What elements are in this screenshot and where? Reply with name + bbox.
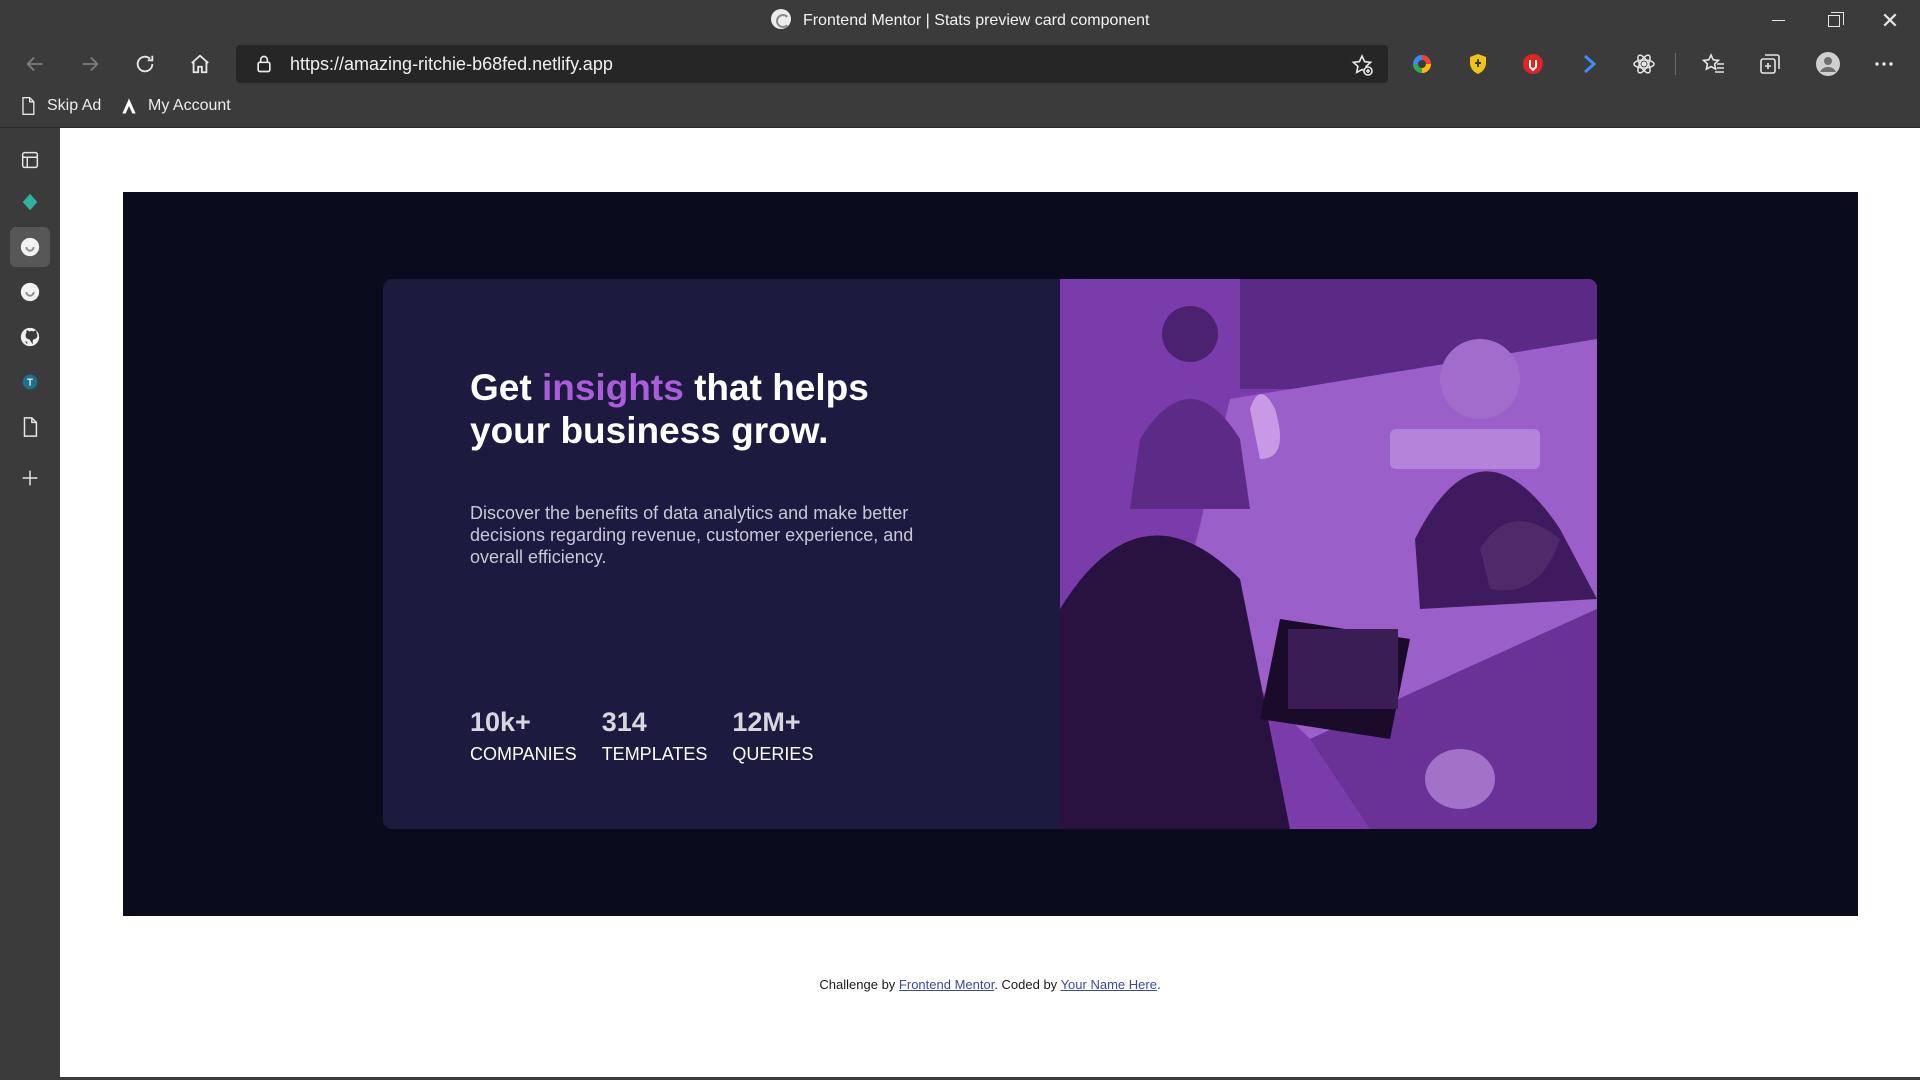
stats-row: 10k+ COMPANIES 314 TEMPLATES 12M+ QUERIE… — [470, 706, 838, 768]
sidebar-frontend-mentor-active[interactable] — [10, 227, 50, 267]
page-icon — [23, 417, 38, 437]
stat-queries: 12M+ QUERIES — [732, 706, 813, 768]
collections-button[interactable] — [1750, 45, 1790, 83]
bookmark-skip-ad[interactable]: Skip Ad — [18, 87, 101, 125]
headline-accent: insights — [541, 367, 684, 408]
stat-label: QUERIES — [732, 744, 814, 764]
more-menu-button[interactable] — [1864, 45, 1904, 83]
github-icon — [20, 327, 40, 347]
card-headline: Get insights that helps your business gr… — [470, 366, 930, 452]
attribution: Challenge by Frontend Mentor. Coded by Y… — [60, 977, 1920, 992]
window-title: Frontend Mentor | Stats preview card com… — [802, 12, 1150, 29]
attribution-suffix: . — [1156, 977, 1161, 992]
more-icon — [1875, 62, 1893, 66]
refresh-icon — [136, 55, 154, 73]
sidebar-sketch[interactable] — [10, 182, 50, 222]
frontend-mentor-icon — [770, 9, 791, 29]
card-text-panel: Get insights that helps your business gr… — [383, 279, 1060, 829]
header-image — [1060, 279, 1597, 829]
google-translate-button[interactable] — [1402, 45, 1442, 83]
headline-start: Get — [470, 367, 542, 408]
frontend-mentor-icon — [20, 237, 40, 257]
attribution-middle: . Coded by — [994, 977, 1061, 992]
sidebar-page[interactable] — [10, 407, 50, 447]
stat-value: 12M+ — [732, 707, 801, 737]
sidebar-tab-actions[interactable] — [10, 140, 50, 180]
title-bar: Frontend Mentor | Stats preview card com… — [0, 0, 1920, 41]
toolbar-separator — [1675, 53, 1676, 75]
add-icon — [22, 470, 38, 486]
account-logo-icon — [122, 98, 136, 114]
home-button[interactable] — [180, 45, 220, 83]
avatar-icon — [1816, 52, 1840, 76]
profile-button[interactable] — [1808, 45, 1848, 83]
forward-button[interactable] — [70, 45, 110, 83]
browser-toolbar: https://amazing-ritchie-b68fed.netlify.a… — [0, 41, 1920, 87]
sidebar-add-button[interactable] — [10, 458, 50, 498]
bookmark-label: My Account — [148, 97, 231, 114]
google-translate-icon — [1413, 55, 1431, 73]
arrow-extension-button[interactable] — [1569, 45, 1609, 83]
stats-preview-card: Get insights that helps your business gr… — [383, 279, 1597, 829]
add-favorite-icon[interactable] — [1350, 53, 1374, 77]
page-icon — [22, 97, 35, 115]
refresh-button[interactable] — [125, 45, 165, 83]
shield-extension-icon — [1470, 54, 1486, 74]
back-button[interactable] — [15, 45, 55, 83]
lock-icon — [257, 55, 271, 73]
restore-button[interactable] — [1806, 0, 1862, 41]
bookmarks-bar: Skip Ad My Account — [0, 87, 1920, 128]
card-description: Discover the benefits of data analytics … — [470, 503, 914, 567]
close-icon: ✕ — [1880, 7, 1900, 33]
stat-templates: 314 TEMPLATES — [602, 706, 708, 768]
address-bar[interactable]: https://amazing-ritchie-b68fed.netlify.a… — [236, 45, 1388, 83]
sidebar-frontend-mentor[interactable] — [10, 272, 50, 312]
shield-extension-button[interactable] — [1458, 45, 1498, 83]
sidebar-teal-t[interactable] — [10, 362, 50, 402]
arrow-right-icon — [82, 56, 99, 72]
close-window-button[interactable]: ✕ — [1862, 0, 1918, 41]
bookmark-label: Skip Ad — [47, 97, 102, 114]
stat-value: 10k+ — [470, 707, 531, 737]
favorites-icon — [1702, 53, 1724, 73]
arrow-extension-icon — [1584, 54, 1597, 74]
tab-actions-icon — [21, 151, 39, 169]
frontend-mentor-icon — [20, 282, 40, 302]
react-devtools-button[interactable] — [1624, 45, 1664, 83]
bookmark-my-account[interactable]: My Account — [119, 87, 231, 125]
stat-value: 314 — [601, 707, 647, 737]
author-link[interactable]: Your Name Here — [1061, 977, 1157, 992]
attribution-prefix: Challenge by — [819, 977, 899, 992]
adblock-button[interactable] — [1513, 45, 1553, 83]
stat-companies: 10k+ COMPANIES — [470, 706, 577, 768]
favorites-button[interactable] — [1694, 45, 1734, 83]
home-icon — [191, 54, 209, 74]
page-background: Get insights that helps your business gr… — [123, 192, 1858, 916]
stat-label: TEMPLATES — [601, 744, 708, 764]
page-viewport: Get insights that helps your business gr… — [60, 128, 1920, 1077]
react-devtools-icon — [1633, 54, 1655, 74]
browser-sidebar — [0, 128, 60, 1080]
minimize-icon — [1771, 20, 1785, 21]
stat-label: COMPANIES — [470, 744, 577, 764]
sketch-diamond-icon — [22, 193, 38, 211]
url-text: https://amazing-ritchie-b68fed.netlify.a… — [290, 54, 613, 74]
arrow-left-icon — [26, 56, 43, 72]
minimize-button[interactable] — [1750, 0, 1806, 41]
restore-icon — [1828, 11, 1844, 27]
sidebar-github[interactable] — [10, 317, 50, 357]
teal-t-icon — [22, 374, 38, 390]
collections-icon — [1760, 54, 1780, 74]
adblock-icon — [1523, 54, 1543, 74]
office-photo-illustration — [1060, 279, 1597, 829]
frontend-mentor-link[interactable]: Frontend Mentor — [899, 977, 994, 992]
